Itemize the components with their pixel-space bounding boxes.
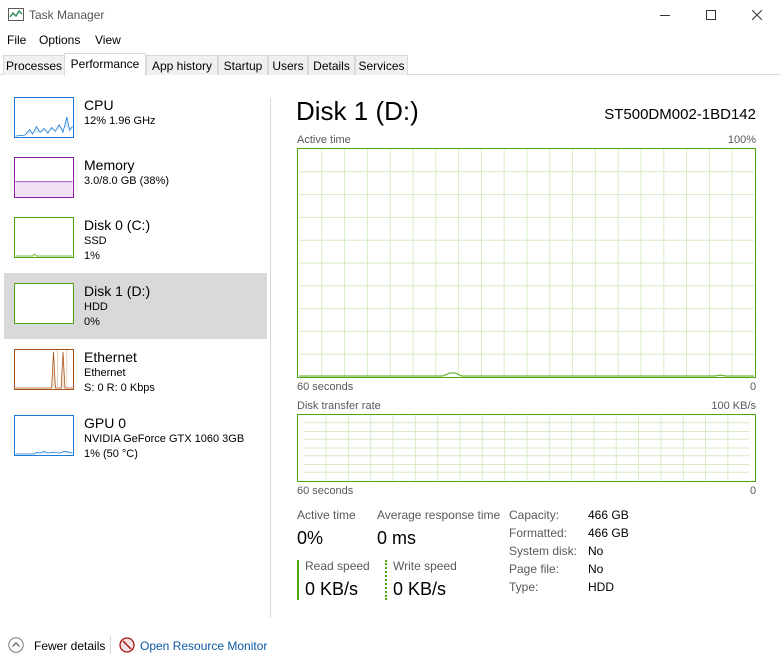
sidebar-disk1-usage: 0% <box>84 316 100 328</box>
sidebar-item-gpu[interactable]: GPU 0 NVIDIA GeForce GTX 1060 3GB 1% (50… <box>4 405 267 471</box>
sidebar-memory-name: Memory <box>84 157 135 173</box>
transfer-graph-time: 60 seconds <box>297 485 354 497</box>
sidebar-disk0-usage: 1% <box>84 250 100 262</box>
fewer-details-button[interactable]: Fewer details <box>34 639 105 653</box>
sidebar-memory-usage: 3.0/8.0 GB (38%) <box>84 175 169 187</box>
disk1-thumbnail-graph <box>14 283 74 324</box>
tab-details[interactable]: Details <box>308 55 355 75</box>
sidebar-item-cpu[interactable]: CPU 12% 1.96 GHz <box>4 87 267 153</box>
menu-file[interactable]: File <box>7 33 26 47</box>
sidebar-item-disk1[interactable]: Disk 1 (D:) HDD 0% <box>4 273 267 339</box>
ethernet-thumbnail-graph <box>14 349 74 390</box>
active-time-grid <box>298 149 755 377</box>
avg-response-label: Average response time <box>377 508 501 522</box>
tab-services[interactable]: Services <box>355 55 408 75</box>
system-disk-value: No <box>588 544 604 558</box>
read-speed-label: Read speed <box>305 559 370 573</box>
close-button[interactable] <box>734 0 780 30</box>
transfer-grid <box>303 415 750 481</box>
page-title: Disk 1 (D:) <box>296 96 419 126</box>
active-time-value: 0% <box>297 528 324 548</box>
menu-bar: File Options View <box>0 30 780 50</box>
active-time-label: Active time <box>297 508 356 522</box>
page-file-value: No <box>588 562 604 576</box>
active-time-graph-min: 0 <box>750 381 757 393</box>
page-file-key: Page file: <box>509 562 560 576</box>
maximize-icon <box>706 10 716 20</box>
type-value: HDD <box>588 580 614 594</box>
read-speed-indicator <box>297 560 299 600</box>
sidebar-item-ethernet[interactable]: Ethernet Ethernet S: 0 R: 0 Kbps <box>4 339 267 405</box>
transfer-graph-min: 0 <box>750 485 757 497</box>
minimize-icon <box>660 15 670 16</box>
minimize-button[interactable] <box>642 0 688 30</box>
write-speed-indicator <box>385 560 387 600</box>
sidebar-disk0-type: SSD <box>84 235 107 247</box>
write-speed-value: 0 KB/s <box>393 579 447 599</box>
sidebar-disk0-name: Disk 0 (C:) <box>84 217 151 233</box>
tab-app-history[interactable]: App history <box>146 55 218 75</box>
sidebar-gpu-name: GPU 0 <box>84 415 127 431</box>
title-bar: Task Manager <box>0 0 780 30</box>
memory-thumbnail-graph <box>14 157 74 198</box>
sidebar-disk1-type: HDD <box>84 301 108 313</box>
open-resource-monitor-link[interactable]: Open Resource Monitor <box>140 639 267 653</box>
sidebar-ethernet-name: Ethernet <box>84 349 137 365</box>
sidebar-disk1-name: Disk 1 (D:) <box>84 283 151 299</box>
active-time-graph-label: Active time <box>297 134 351 146</box>
type-key: Type: <box>509 580 539 594</box>
resource-sidebar: CPU 12% 1.96 GHz Memory 3.0/8.0 GB (38%)… <box>0 76 270 616</box>
chevron-up-circle-icon[interactable] <box>8 637 24 653</box>
transfer-rate-graph <box>297 414 756 482</box>
active-time-graph-time: 60 seconds <box>297 381 354 393</box>
sidebar-cpu-usage: 12% 1.96 GHz <box>84 115 156 127</box>
footer-divider <box>110 636 111 654</box>
sidebar-divider <box>270 98 271 618</box>
close-icon <box>752 10 762 20</box>
tab-processes[interactable]: Processes <box>3 55 65 75</box>
sidebar-ethernet-throughput: S: 0 R: 0 Kbps <box>84 382 155 394</box>
tab-startup[interactable]: Startup <box>218 55 268 75</box>
window-title: Task Manager <box>29 8 105 22</box>
capacity-value: 466 GB <box>588 508 629 522</box>
tab-users[interactable]: Users <box>268 55 308 75</box>
tab-performance[interactable]: Performance <box>64 53 146 76</box>
task-manager-app-icon <box>8 8 24 21</box>
sidebar-gpu-usage: 1% (50 °C) <box>84 448 138 460</box>
read-speed-value: 0 KB/s <box>305 579 359 599</box>
maximize-button[interactable] <box>688 0 734 30</box>
footer-bar: Fewer details Open Resource Monitor <box>0 630 780 660</box>
disk0-thumbnail-graph <box>14 217 74 258</box>
gpu-thumbnail-graph <box>14 415 74 456</box>
sidebar-cpu-name: CPU <box>84 97 114 113</box>
sidebar-item-disk0[interactable]: Disk 0 (C:) SSD 1% <box>4 207 267 273</box>
resource-monitor-icon[interactable] <box>119 637 135 653</box>
disk-model-name: ST500DM002-1BD142 <box>604 106 756 123</box>
sidebar-item-memory[interactable]: Memory 3.0/8.0 GB (38%) <box>4 147 267 213</box>
cpu-thumbnail-graph <box>14 97 74 138</box>
active-time-graph-max: 100% <box>727 134 756 146</box>
menu-view[interactable]: View <box>95 33 121 47</box>
tab-strip: Processes Performance App history Startu… <box>0 53 780 76</box>
menu-options[interactable]: Options <box>39 33 80 47</box>
sidebar-gpu-model: NVIDIA GeForce GTX 1060 3GB <box>84 433 245 445</box>
capacity-key: Capacity: <box>509 508 560 522</box>
system-disk-key: System disk: <box>509 544 578 558</box>
avg-response-value: 0 ms <box>377 528 417 548</box>
formatted-key: Formatted: <box>509 526 568 540</box>
transfer-graph-max: 100 KB/s <box>711 400 756 412</box>
transfer-graph-label: Disk transfer rate <box>297 400 381 412</box>
sidebar-ethernet-adapter: Ethernet <box>84 367 126 379</box>
formatted-value: 466 GB <box>588 526 629 540</box>
write-speed-label: Write speed <box>393 559 457 573</box>
active-time-graph <box>297 148 756 378</box>
